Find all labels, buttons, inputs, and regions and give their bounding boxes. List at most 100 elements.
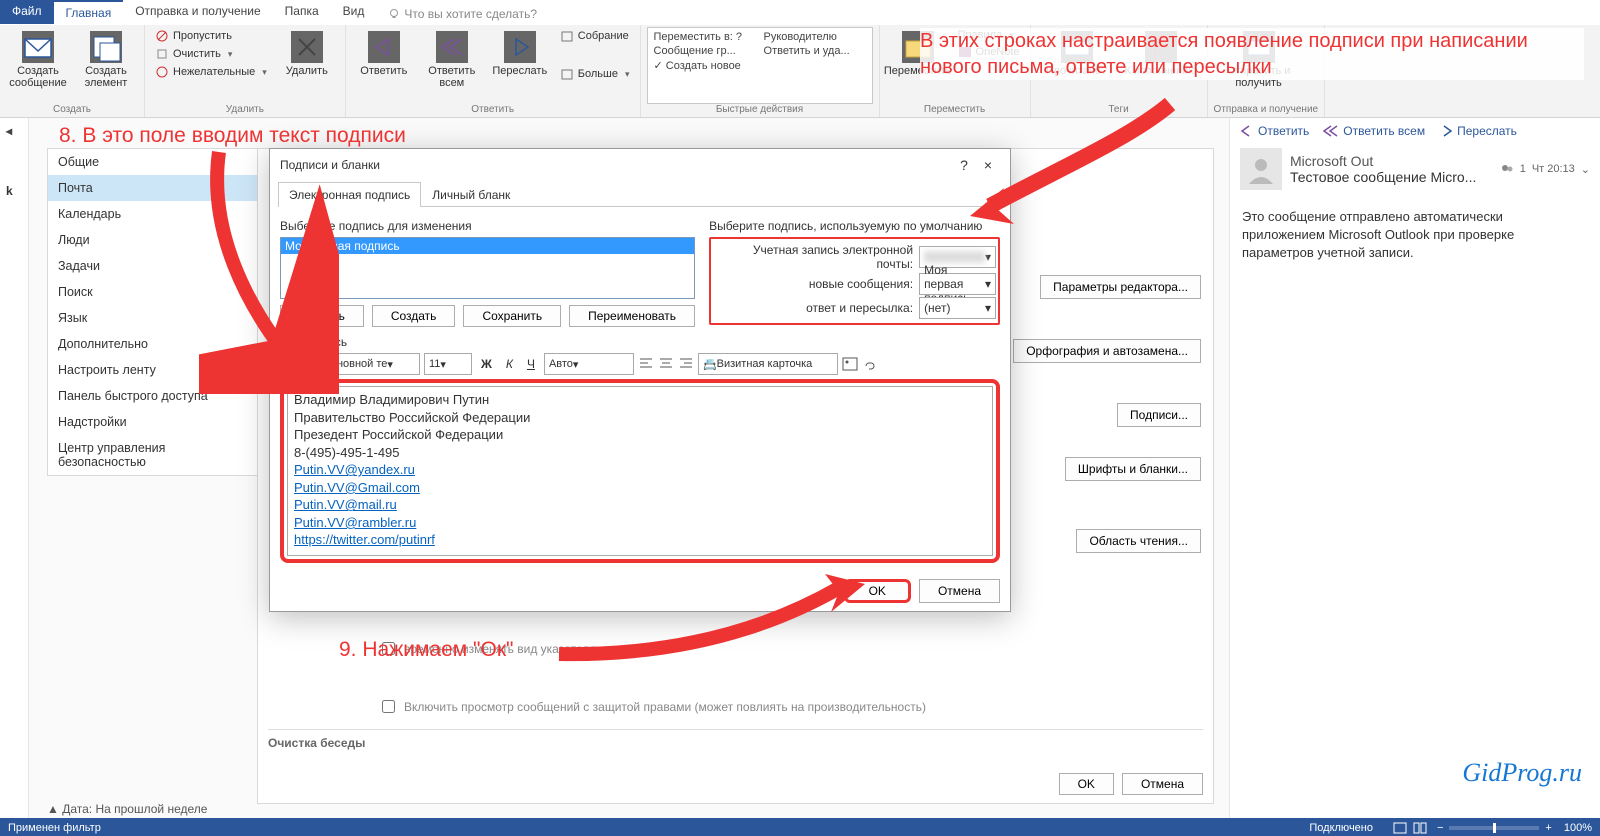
clean-button[interactable]: Очистить	[151, 45, 271, 63]
reply-button[interactable]: Ответить	[352, 27, 416, 104]
view-normal-icon[interactable]	[1393, 822, 1407, 834]
picture-icon[interactable]	[842, 356, 858, 372]
followup-button[interactable]: К исполнению	[1121, 27, 1201, 104]
zoom-out[interactable]: −	[1437, 822, 1443, 834]
edit-signature-label: ить подпись	[280, 335, 1000, 349]
dialog-help-button[interactable]: ?	[952, 157, 976, 173]
newmsg-label: новые сообщения:	[713, 277, 913, 291]
people-icon	[1500, 163, 1514, 175]
options-category-item[interactable]: Центр управления безопасностью	[48, 435, 258, 475]
options-category-item[interactable]: Почта	[48, 175, 258, 201]
underline-button[interactable]: Ч	[522, 356, 540, 372]
default-signature-highlight: Учетная запись электронной почты:▾ новые…	[709, 237, 1000, 325]
signatures-button[interactable]: Подписи...	[1117, 403, 1201, 427]
align-left-icon[interactable]	[638, 356, 654, 372]
group-move-label: Переместить	[886, 104, 1024, 117]
replyfwd-select[interactable]: (нет)▾	[919, 297, 996, 319]
dialog-ok-button[interactable]: OK	[844, 579, 911, 603]
tab-view[interactable]: Вид	[331, 0, 377, 24]
junk-button[interactable]: Нежелательные	[151, 63, 271, 81]
tab-file[interactable]: Файл	[0, 0, 54, 24]
group-tags-label: Теги	[1037, 104, 1201, 117]
rp-forward[interactable]: Переслать	[1439, 124, 1517, 138]
options-category-item[interactable]: Поиск	[48, 279, 258, 305]
meeting-button[interactable]: Собрание	[556, 27, 634, 45]
sig-rename-button[interactable]: Переименовать	[569, 305, 695, 327]
rp-reply-all[interactable]: Ответить всем	[1323, 124, 1425, 138]
options-category-item[interactable]: Календарь	[48, 201, 258, 227]
date-group-header[interactable]: Дата: На прошлой неделе	[62, 802, 207, 816]
new-mail-button[interactable]: Создать сообщение	[6, 27, 70, 104]
align-right-icon[interactable]	[678, 356, 694, 372]
signature-editor-toolbar: Calibri (Основной те ▾ 11 ▾ Ж К Ч Авто ▾…	[280, 353, 1000, 375]
color-select[interactable]: Авто ▾	[544, 353, 634, 375]
new-item-button[interactable]: Создать элемент	[74, 27, 138, 104]
sig-save-button[interactable]: Сохранить	[463, 305, 561, 327]
tell-me[interactable]: Что вы хотите сделать?	[376, 0, 549, 24]
mail-icon	[22, 31, 54, 63]
dialog-cancel-button[interactable]: Отмена	[919, 579, 1000, 603]
fontsize-select[interactable]: 11 ▾	[424, 353, 472, 375]
signature-list-item[interactable]: Моя первая подпись	[281, 238, 694, 254]
signatures-dialog: Подписи и бланки ? × Электронная подпись…	[269, 148, 1011, 612]
zoom-in[interactable]: +	[1545, 822, 1551, 834]
cursor-checkbox[interactable]: временно изменять вид указателя мыши	[378, 639, 632, 658]
signature-editor[interactable]: Владимир Владимирович ПутинПравительство…	[287, 386, 993, 556]
align-center-icon[interactable]	[658, 356, 674, 372]
section-cleanup: Очистка беседы	[268, 729, 1203, 750]
tab-sendrecv[interactable]: Отправка и получение	[123, 0, 272, 24]
italic-button[interactable]: К	[501, 356, 518, 372]
reply-all-button[interactable]: Ответить всем	[420, 27, 484, 104]
signature-list[interactable]: Моя первая подпись	[280, 237, 695, 299]
skip-button[interactable]: Пропустить	[151, 27, 271, 45]
rm-checkbox[interactable]: Включить просмотр сообщений с защитой пр…	[378, 697, 926, 716]
view-reading-icon[interactable]	[1413, 822, 1427, 834]
link-icon[interactable]	[862, 356, 878, 372]
zoom-slider[interactable]	[1449, 826, 1539, 830]
options-cancel-button[interactable]: Отмена	[1122, 773, 1203, 795]
unread-button[interactable]: Прочитано?	[1037, 27, 1117, 104]
dialog-close-button[interactable]: ×	[976, 157, 1000, 173]
avatar	[1240, 148, 1282, 190]
tab-folder[interactable]: Папка	[273, 0, 331, 24]
delete-button[interactable]: Удалить	[275, 27, 339, 104]
options-category-item[interactable]: Надстройки	[48, 409, 258, 435]
font-select[interactable]: Calibri (Основной те ▾	[280, 353, 420, 375]
reading-pane-button[interactable]: Область чтения...	[1076, 529, 1201, 553]
options-category-item[interactable]: Задачи	[48, 253, 258, 279]
onenote-button[interactable]: OneNote	[954, 43, 1024, 61]
left-rail: ◂ k	[0, 118, 29, 818]
business-card-button[interactable]: 📇 Визитная карточка	[698, 353, 838, 375]
tab-home[interactable]: Главная	[54, 0, 124, 24]
dialog-title: Подписи и бланки	[280, 158, 380, 172]
options-category-item[interactable]: Панель быстрого доступа	[48, 383, 258, 409]
sig-delete-button[interactable]: Удалить	[280, 305, 364, 327]
rp-expand[interactable]: ⌄	[1581, 163, 1590, 176]
options-category-item[interactable]: Дополнительно	[48, 331, 258, 357]
options-category-item[interactable]: Настроить ленту	[48, 357, 258, 383]
forward-button[interactable]: Переслать	[488, 27, 552, 104]
default-signature-label: Выберите подпись, используемую по умолча…	[709, 219, 1000, 233]
more-button[interactable]: Больше	[556, 65, 634, 83]
annotation-step8: 8. В это поле вводим текст подписи	[59, 124, 406, 148]
quick-steps-gallery[interactable]: Переместить в: ? Сообщение гр... ✓ Созда…	[647, 27, 873, 104]
new-item-icon	[90, 31, 122, 63]
move-button[interactable]: Переместить	[886, 27, 950, 104]
bold-button[interactable]: Ж	[476, 356, 497, 372]
flag-icon	[1145, 31, 1177, 63]
editor-options-button[interactable]: Параметры редактора...	[1040, 275, 1201, 299]
tab-email-signature[interactable]: Электронная подпись	[278, 182, 421, 207]
options-category-item[interactable]: Люди	[48, 227, 258, 253]
tab-stationery[interactable]: Личный бланк	[421, 182, 521, 207]
skip-icon	[155, 29, 169, 43]
sig-new-button[interactable]: Создать	[372, 305, 456, 327]
newmsg-select[interactable]: Моя первая подпись▾	[919, 273, 996, 295]
options-category-item[interactable]: Общие	[48, 149, 258, 175]
rp-reply[interactable]: Ответить	[1240, 124, 1309, 138]
spell-options-button[interactable]: Орфография и автозамена...	[1013, 339, 1201, 363]
options-category-item[interactable]: Язык	[48, 305, 258, 331]
options-ok-button[interactable]: OK	[1059, 773, 1114, 795]
rules-button[interactable]: Правила	[954, 27, 1024, 43]
sendrecv-all-button[interactable]: Отправить и получить	[1214, 27, 1304, 104]
fonts-button[interactable]: Шрифты и бланки...	[1065, 457, 1201, 481]
